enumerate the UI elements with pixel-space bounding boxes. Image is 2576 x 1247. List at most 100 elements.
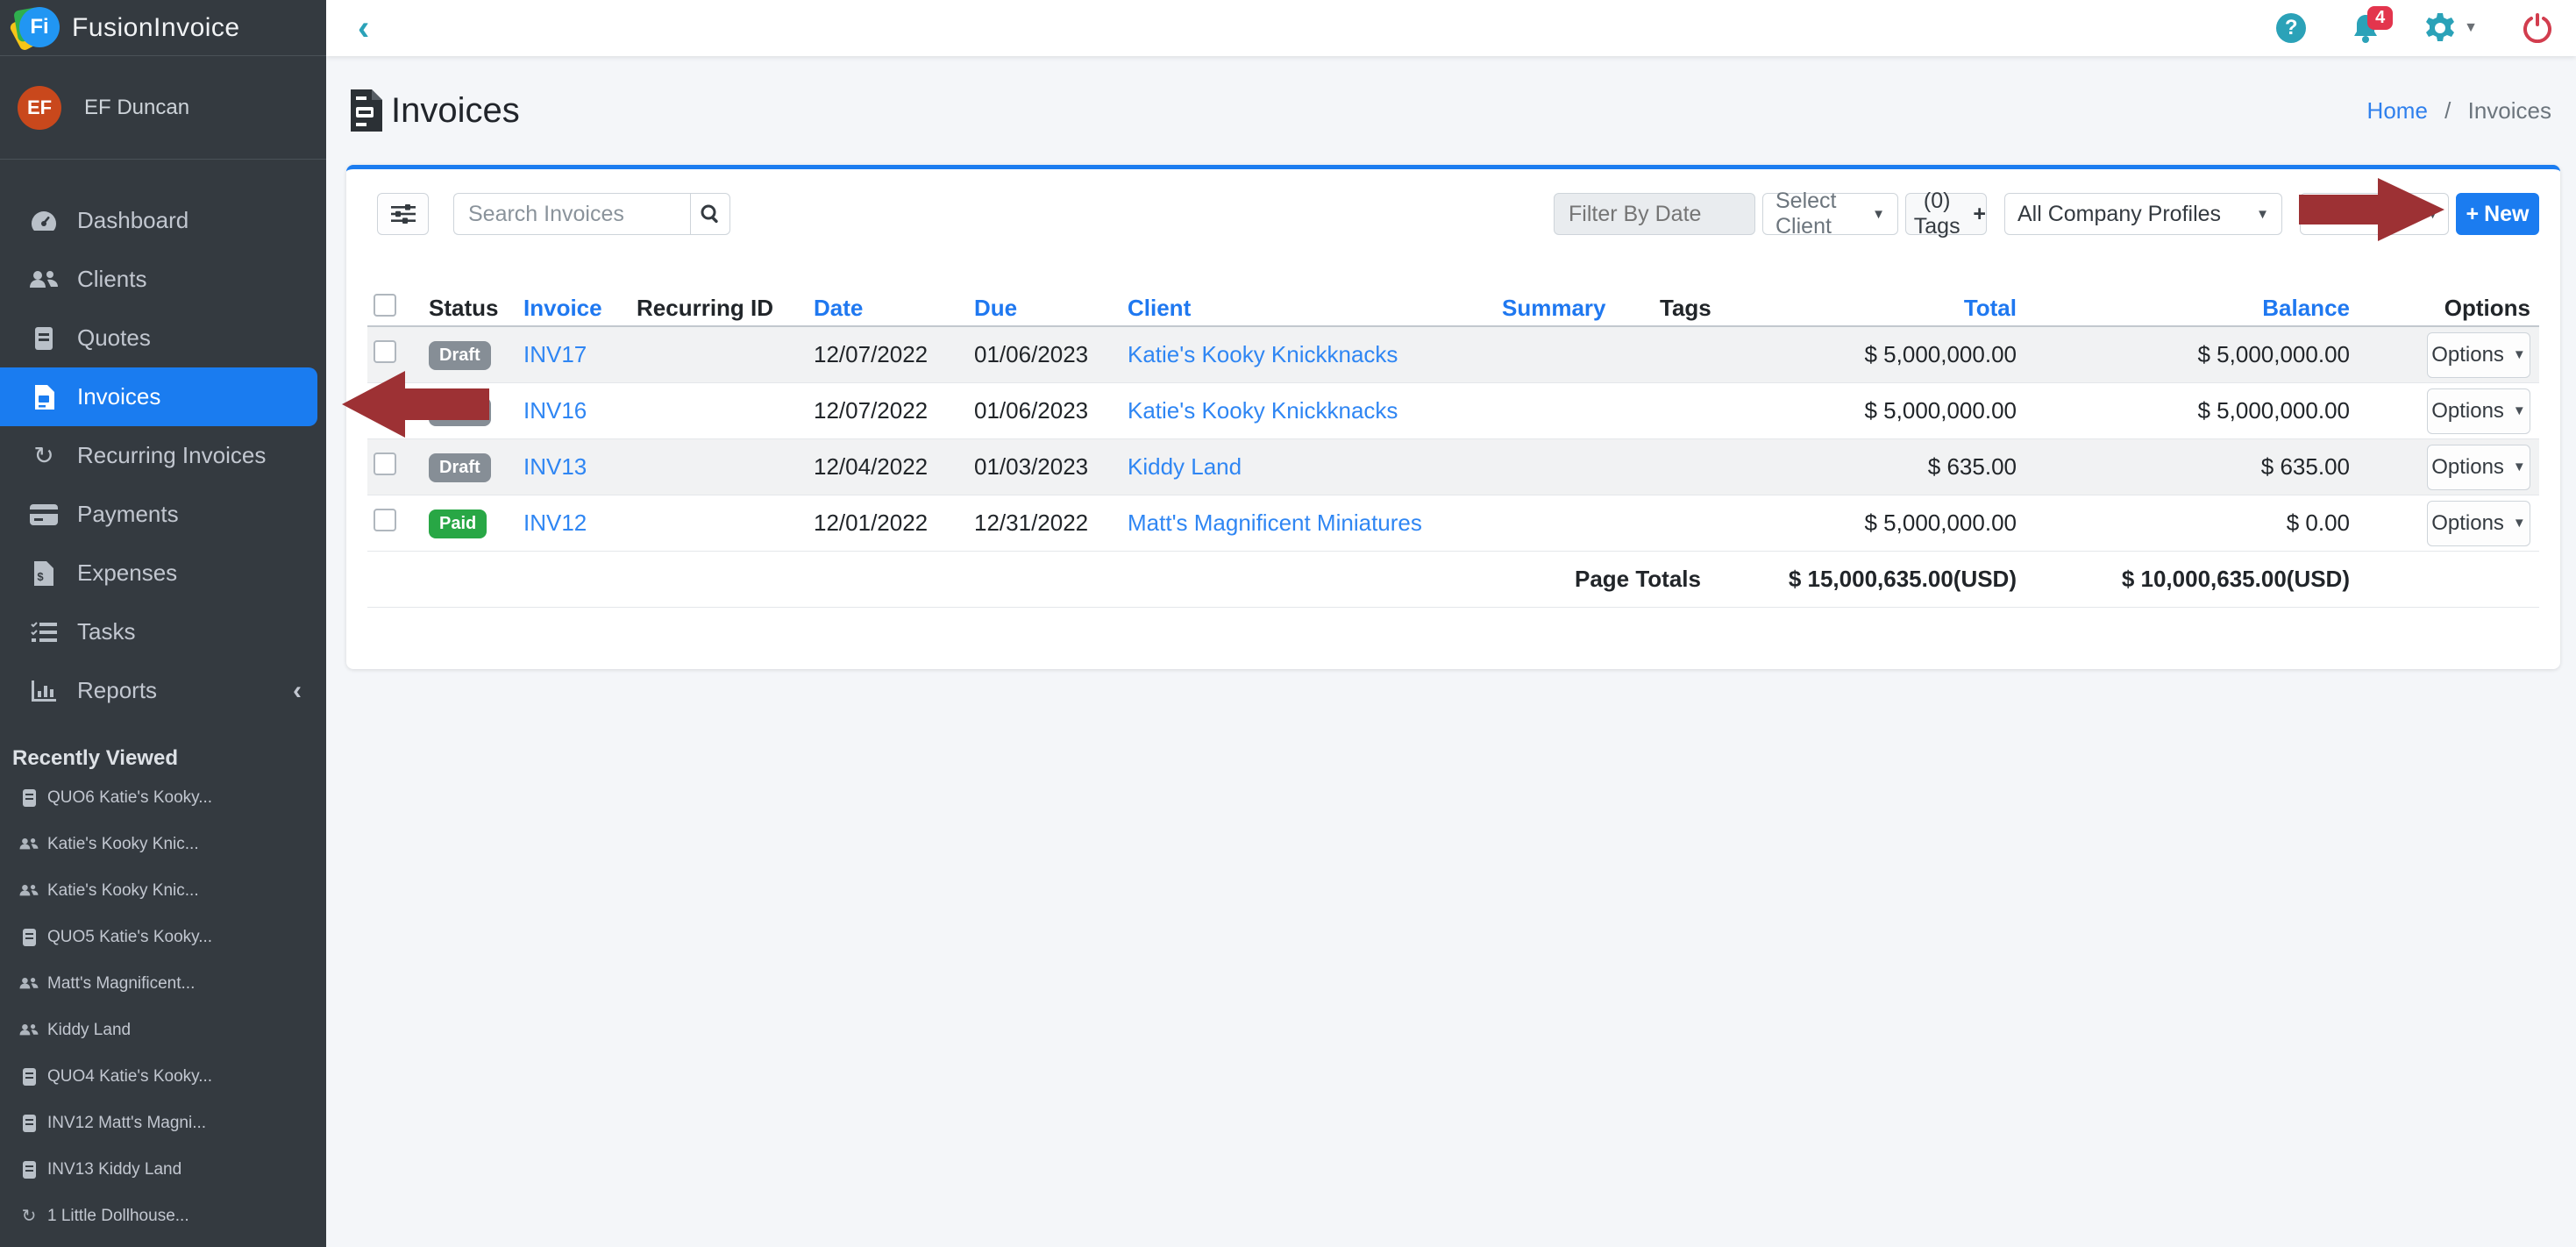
client-link[interactable]: Matt's Magnificent Miniatures <box>1128 509 1422 536</box>
page-totals-balance: $ 10,000,635.00(USD) <box>2025 566 2359 593</box>
table-row: Draft INV16 12/07/2022 01/06/2023 Katie'… <box>367 383 2539 439</box>
filter-by-date-input[interactable] <box>1554 193 1755 235</box>
sidebar-item-label: Quotes <box>77 324 151 352</box>
options-button[interactable]: Options▼ <box>2427 445 2530 490</box>
users-icon <box>18 1023 40 1037</box>
recently-viewed-title: Recently Viewed <box>0 720 326 774</box>
page-totals-label: Page Totals <box>367 566 1710 593</box>
col-date[interactable]: Date <box>807 295 967 322</box>
recent-item[interactable]: Kiddy Land <box>0 1007 326 1053</box>
options-button[interactable]: Options▼ <box>2427 501 2530 546</box>
logout-power-icon[interactable] <box>2523 13 2551 43</box>
invoice-link[interactable]: INV17 <box>523 341 587 367</box>
sync-icon: ↻ <box>18 1208 40 1225</box>
sidebar-item-recurring-invoices[interactable]: ↻ Recurring Invoices <box>0 426 326 485</box>
sidebar-item-invoices[interactable]: Invoices <box>0 367 317 426</box>
recently-viewed-list: QUO6 Katie's Kooky... Katie's Kooky Knic… <box>0 774 326 1239</box>
toolbar: Select Client ▼ (0) Tags + All Company P… <box>367 193 2539 235</box>
brand[interactable]: Fi FusionInvoice <box>0 0 326 56</box>
client-link[interactable]: Kiddy Land <box>1128 453 1242 480</box>
caret-down-icon: ▼ <box>2513 516 2526 531</box>
recent-item[interactable]: Katie's Kooky Knic... <box>0 867 326 914</box>
recent-item[interactable]: Katie's Kooky Knic... <box>0 821 326 867</box>
sidebar-nav: Dashboard Clients Quotes Invoices ↻ Recu… <box>0 160 326 720</box>
company-profiles-select[interactable]: All Company Profiles ▼ <box>2004 193 2282 235</box>
sidebar-item-payments[interactable]: Payments <box>0 485 326 544</box>
page-totals-total: $ 15,000,635.00(USD) <box>1710 566 2025 593</box>
tags-filter-button[interactable]: (0) Tags + <box>1905 193 1987 235</box>
users-icon <box>18 883 40 898</box>
select-all-checkbox[interactable] <box>374 294 396 317</box>
col-summary[interactable]: Summary <box>1495 295 1653 322</box>
file-icon <box>18 1068 40 1086</box>
client-link[interactable]: Katie's Kooky Knickknacks <box>1128 397 1398 424</box>
sidebar-item-label: Tasks <box>77 618 135 645</box>
notifications-bell-icon[interactable]: 4 <box>2352 13 2380 43</box>
row-checkbox[interactable] <box>374 340 396 363</box>
recent-item[interactable]: QUO6 Katie's Kooky... <box>0 774 326 821</box>
recent-item[interactable]: INV13 Kiddy Land <box>0 1146 326 1193</box>
sidebar-item-tasks[interactable]: Tasks <box>0 602 326 661</box>
page-title: Invoices <box>391 91 520 131</box>
col-options: Options <box>2359 295 2539 322</box>
avatar: EF <box>18 86 61 130</box>
col-status: Status <box>422 295 516 322</box>
sidebar-item-reports[interactable]: Reports ‹ <box>0 661 326 720</box>
options-button[interactable]: Options▼ <box>2427 388 2530 434</box>
page-header: Invoices Home / Invoices <box>326 56 2576 165</box>
expense-file-icon: $ <box>26 561 61 586</box>
users-icon <box>18 976 40 991</box>
recent-item[interactable]: QUO4 Katie's Kooky... <box>0 1053 326 1100</box>
options-button[interactable]: Options▼ <box>2427 332 2530 378</box>
sidebar-item-label: Clients <box>77 266 146 293</box>
user-name: EF Duncan <box>84 96 189 120</box>
file-icon <box>18 929 40 946</box>
client-link[interactable]: Katie's Kooky Knickknacks <box>1128 341 1398 367</box>
svg-text:$: $ <box>37 570 44 583</box>
recent-item[interactable]: ↻1 Little Dollhouse... <box>0 1193 326 1239</box>
file-icon <box>26 327 61 350</box>
recent-item[interactable]: INV12 Matt's Magni... <box>0 1100 326 1146</box>
sidebar-collapse-chevron-icon[interactable]: ‹ <box>358 14 369 42</box>
plus-icon: + <box>2466 202 2479 227</box>
fusioninvoice-logo-icon: Fi <box>14 5 60 51</box>
invoice-link[interactable]: INV12 <box>523 509 587 536</box>
breadcrumb: Home / Invoices <box>2367 97 2551 125</box>
col-due[interactable]: Due <box>967 295 1121 322</box>
invoice-icon <box>18 1115 40 1132</box>
plus-icon: + <box>1973 202 1986 227</box>
sidebar-item-clients[interactable]: Clients <box>0 250 326 309</box>
brand-name: FusionInvoice <box>72 13 240 43</box>
help-icon[interactable]: ? <box>2276 13 2306 43</box>
main-area: ‹ ? 4 ▼ Invoices Home / Invoic <box>326 0 2576 1247</box>
row-checkbox[interactable] <box>374 509 396 531</box>
settings-gear-icon[interactable]: ▼ <box>2425 13 2478 43</box>
col-client[interactable]: Client <box>1121 295 1495 322</box>
new-invoice-button[interactable]: + New <box>2456 193 2539 235</box>
sidebar-item-expenses[interactable]: $ Expenses <box>0 544 326 602</box>
col-invoice[interactable]: Invoice <box>516 295 630 322</box>
invoices-card: Select Client ▼ (0) Tags + All Company P… <box>346 165 2560 669</box>
sidebar-item-dashboard[interactable]: Dashboard <box>0 191 326 250</box>
breadcrumb-home-link[interactable]: Home <box>2367 97 2428 124</box>
select-client-dropdown[interactable]: Select Client ▼ <box>1762 193 1898 235</box>
list-settings-button[interactable] <box>377 193 429 235</box>
recent-item[interactable]: Matt's Magnificent... <box>0 960 326 1007</box>
search-button[interactable] <box>690 193 730 235</box>
notification-count-badge: 4 <box>2367 6 2393 30</box>
user-panel[interactable]: EF EF Duncan <box>0 56 326 160</box>
row-checkbox[interactable] <box>374 452 396 475</box>
invoices-table: Status Invoice Recurring ID Date Due Cli… <box>367 290 2539 608</box>
page-totals-row: Page Totals $ 15,000,635.00(USD) $ 10,00… <box>367 552 2539 608</box>
sidebar-item-label: Expenses <box>77 559 177 587</box>
sidebar-item-quotes[interactable]: Quotes <box>0 309 326 367</box>
sidebar-item-label: Dashboard <box>77 207 189 234</box>
caret-down-icon: ▼ <box>2513 460 2526 474</box>
col-balance[interactable]: Balance <box>2025 295 2359 322</box>
invoice-link[interactable]: INV13 <box>523 453 587 480</box>
invoice-link[interactable]: INV16 <box>523 397 587 424</box>
recent-item[interactable]: QUO5 Katie's Kooky... <box>0 914 326 960</box>
col-total[interactable]: Total <box>1758 295 2025 322</box>
breadcrumb-current: Invoices <box>2468 97 2551 124</box>
search-input[interactable] <box>453 193 690 235</box>
